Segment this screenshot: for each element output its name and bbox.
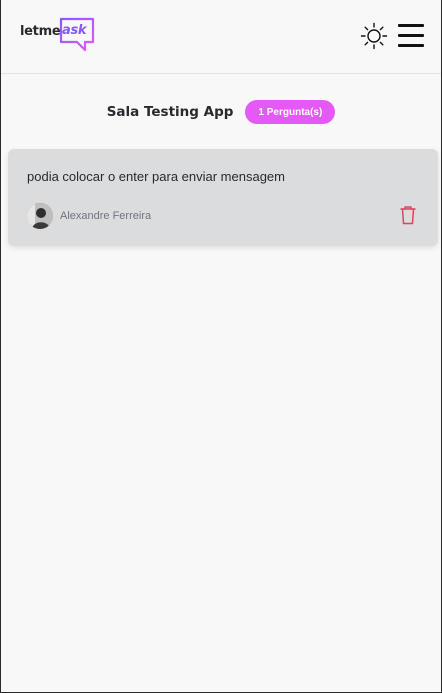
- menu-button[interactable]: [398, 24, 424, 48]
- letmeask-logo[interactable]: letme ask: [20, 16, 100, 56]
- hamburger-menu-icon-bar: [398, 34, 424, 37]
- sun-icon: [360, 22, 388, 50]
- logo-text-letme: letme: [20, 24, 61, 39]
- avatar: [27, 203, 53, 229]
- room-title: Sala Testing App: [106, 104, 234, 120]
- room-title-row: Sala Testing App 1 Pergunta(s): [1, 100, 441, 124]
- question-content: podia colocar o enter para enviar mensag…: [27, 169, 285, 184]
- question-card: podia colocar o enter para enviar mensag…: [8, 149, 438, 246]
- trash-icon: [400, 206, 416, 225]
- question-footer: Alexandre Ferreira: [27, 203, 418, 229]
- delete-question-button[interactable]: [398, 204, 418, 226]
- author-name: Alexandre Ferreira: [60, 210, 152, 222]
- theme-toggle-button[interactable]: [360, 22, 388, 50]
- user-photo-icon: [27, 203, 53, 229]
- logo-text-ask: ask: [62, 23, 87, 38]
- app-header: letme ask: [1, 0, 441, 74]
- question-count-badge: 1 Pergunta(s): [245, 100, 336, 124]
- hamburger-menu-icon-bar: [398, 44, 424, 47]
- hamburger-menu-icon: [398, 24, 424, 27]
